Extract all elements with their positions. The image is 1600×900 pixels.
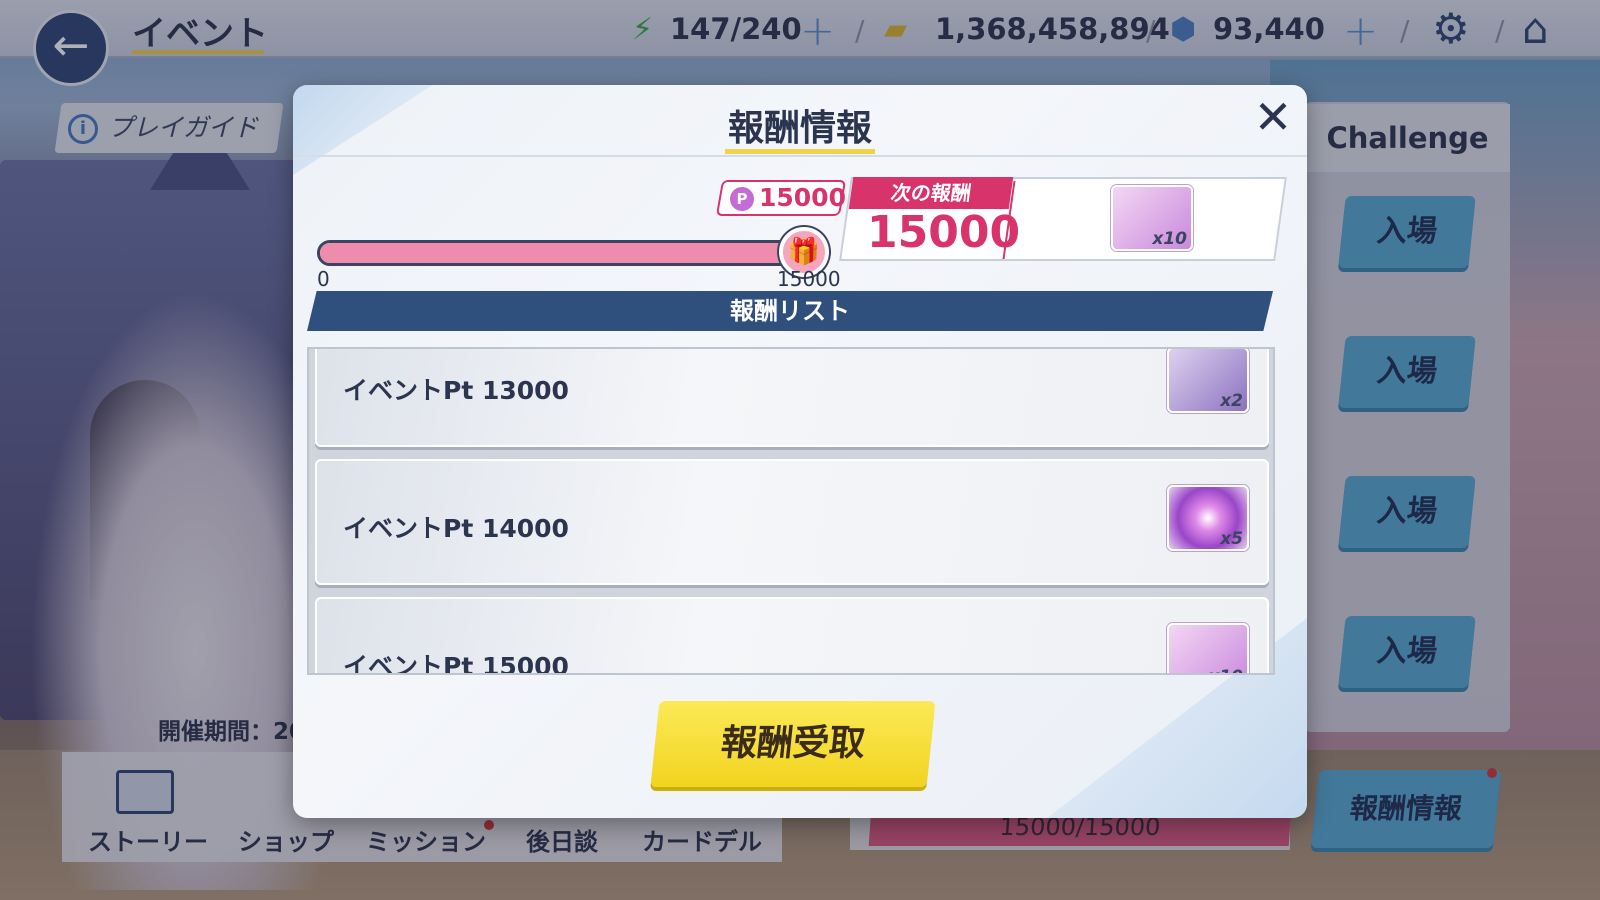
reward-row-label: イベントPt 14000 (343, 514, 569, 543)
item-count: x5 (1220, 529, 1243, 549)
progress-max-label: 15000 (777, 267, 841, 291)
list-item: イベントPt 13000 x2 (315, 349, 1269, 447)
modal-title-underline (725, 149, 875, 154)
orb-icon[interactable]: x5 (1167, 485, 1249, 551)
progress-min-label: 0 (317, 267, 330, 291)
point-icon: P (730, 187, 754, 211)
item-count: x10 (1208, 667, 1243, 673)
list-item: イベントPt 14000 x5 (315, 459, 1269, 585)
disc-icon[interactable]: x2 (1167, 349, 1249, 413)
reward-list[interactable]: イベントPt 13000 x2 イベントPt 14000 x5 イベントPt 1… (307, 347, 1275, 675)
reward-row-label: イベントPt 13000 (343, 376, 569, 405)
item-count: x2 (1220, 391, 1243, 411)
next-reward-points: 15000 (867, 207, 1021, 258)
points-progress-bar (317, 240, 827, 266)
reward-row-label: イベントPt 15000 (343, 652, 569, 675)
progress-fill (320, 243, 824, 263)
item-count: x10 (1152, 229, 1187, 249)
divider (293, 155, 1307, 157)
modal-title: 報酬情報 (727, 108, 872, 149)
current-points: 15000 (759, 183, 846, 212)
next-reward-header: 次の報酬 (848, 177, 1014, 209)
reward-list-header: 報酬リスト (307, 291, 1273, 331)
report-icon[interactable]: x10 (1167, 623, 1249, 673)
list-item: イベントPt 15000 x10 (315, 597, 1269, 675)
close-icon[interactable]: ✕ (1251, 94, 1295, 141)
report-icon[interactable]: x10 (1111, 185, 1193, 251)
reward-info-modal: 報酬情報 ✕ P 15000 🎁 0 15000 次の報酬 15000 x10 … (293, 85, 1307, 818)
claim-reward-button[interactable]: 報酬受取 (650, 701, 936, 787)
